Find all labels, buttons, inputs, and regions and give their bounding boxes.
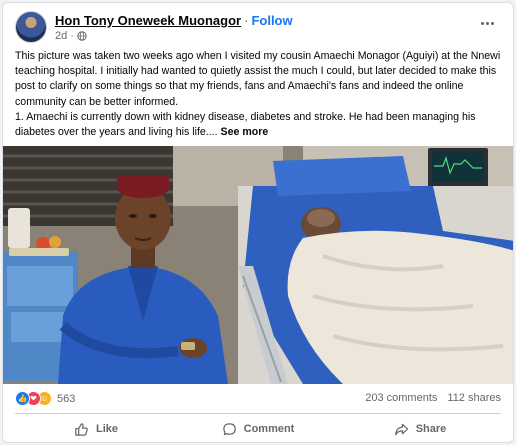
author-avatar[interactable]	[15, 11, 47, 43]
actions-divider	[15, 413, 501, 414]
time-separator: ·	[70, 30, 74, 42]
author-line: Hon Tony Oneweek Muonagor · Follow	[55, 13, 293, 28]
like-button[interactable]: Like	[15, 415, 177, 442]
share-label: Share	[415, 423, 447, 435]
post-text: This picture was taken two weeks ago whe…	[15, 49, 505, 140]
shares-count[interactable]: 112 shares	[447, 392, 501, 404]
post-time[interactable]: 2d	[55, 30, 67, 42]
post-meta: 2d ·	[55, 30, 87, 42]
like-label: Like	[95, 423, 118, 435]
comment-icon	[222, 422, 236, 435]
author-name[interactable]: Hon Tony Oneweek Muonagor	[55, 13, 241, 28]
see-more-link[interactable]: See more	[221, 126, 269, 138]
thumbs-up-icon	[75, 422, 88, 436]
reaction-count: 563	[57, 392, 76, 405]
post-header: Hon Tony Oneweek Muonagor · Follow 2d ·	[15, 11, 501, 45]
post-photo[interactable]	[3, 146, 513, 384]
more-options-icon[interactable]	[477, 15, 497, 31]
follow-button[interactable]: Follow	[251, 13, 292, 28]
comments-count[interactable]: 203 comments	[365, 392, 437, 404]
post-paragraph-2: 1. Amaechi is currently down with kidney…	[15, 110, 505, 140]
action-bar: Like Comment Share	[15, 415, 501, 442]
post-card: Hon Tony Oneweek Muonagor · Follow 2d · Th…	[2, 2, 514, 443]
share-icon	[394, 423, 408, 435]
engagement-counts: 203 comments 112 shares	[365, 392, 501, 404]
share-button[interactable]: Share	[339, 415, 501, 442]
separator-dot: ·	[244, 13, 249, 28]
reactions-summary[interactable]: 👍 ❤ ☺ 563	[15, 391, 75, 406]
like-icon: 👍	[15, 391, 30, 406]
comment-label: Comment	[243, 423, 295, 435]
post-paragraph-1: This picture was taken two weeks ago whe…	[15, 50, 501, 108]
comment-button[interactable]: Comment	[177, 415, 339, 442]
globe-icon	[77, 31, 87, 41]
post-stats: 👍 ❤ ☺ 563 203 comments 112 shares	[15, 389, 501, 409]
